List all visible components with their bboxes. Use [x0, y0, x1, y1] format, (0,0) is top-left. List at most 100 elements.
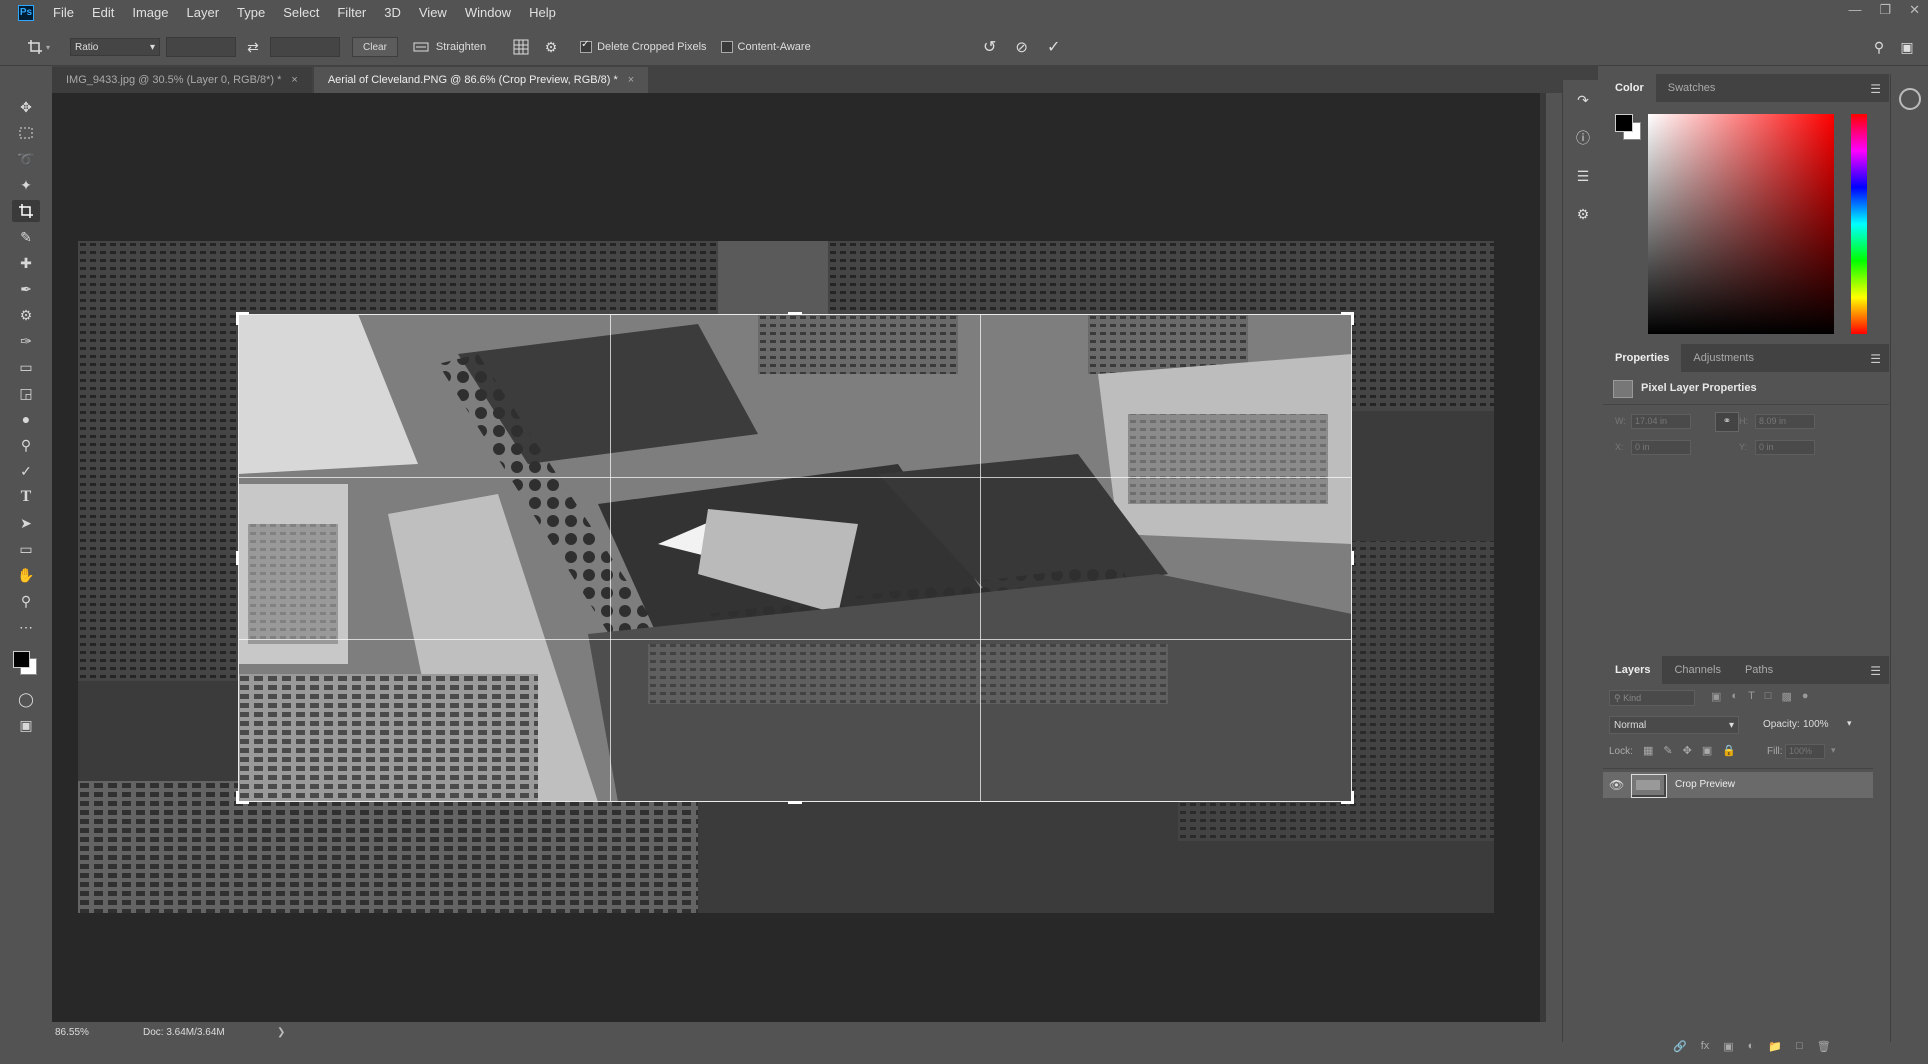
- ratio-height-input[interactable]: [270, 37, 341, 57]
- panel-menu-icon[interactable]: ☰: [1870, 82, 1881, 96]
- crop-handle-bottom[interactable]: [788, 801, 802, 804]
- more-tools-icon[interactable]: ⋯: [12, 616, 40, 638]
- info-panel-icon[interactable]: ⓘ: [1571, 126, 1595, 150]
- screen-mode-icon[interactable]: ▣: [12, 714, 40, 736]
- foreground-background-colors[interactable]: [0, 644, 52, 684]
- layer-name[interactable]: Crop Preview: [1675, 779, 1735, 790]
- layer-filter-kind-select[interactable]: ⚲ Kind: [1609, 690, 1695, 706]
- tab-swatches[interactable]: Swatches: [1656, 74, 1728, 102]
- foreground-color-swatch[interactable]: [1615, 114, 1633, 132]
- zoom-level[interactable]: 86.55%: [55, 1027, 135, 1038]
- filter-smart-object-icon[interactable]: ▩: [1781, 690, 1791, 703]
- dodge-tool-icon[interactable]: ⚲: [12, 434, 40, 456]
- panel-menu-icon[interactable]: ☰: [1870, 352, 1881, 366]
- move-tool-icon[interactable]: ✥: [12, 96, 40, 118]
- path-selection-tool-icon[interactable]: ➤: [12, 512, 40, 534]
- hue-slider[interactable]: [1851, 114, 1867, 334]
- filter-shape-icon[interactable]: □: [1765, 690, 1772, 703]
- height-field[interactable]: 8.09 in: [1755, 414, 1815, 429]
- overlay-grid-icon[interactable]: [512, 38, 530, 56]
- brush-tool-icon[interactable]: ✒: [12, 278, 40, 300]
- crop-handle-top-right[interactable]: [1341, 312, 1354, 325]
- status-menu-arrow-icon[interactable]: ❯: [277, 1027, 285, 1038]
- workspace-icon[interactable]: ▣: [1898, 38, 1916, 56]
- brush-settings-icon[interactable]: ☰: [1571, 164, 1595, 188]
- color-field[interactable]: [1648, 114, 1834, 334]
- delete-cropped-pixels-checkbox[interactable]: Delete Cropped Pixels: [580, 39, 707, 53]
- quick-mask-icon[interactable]: ◯: [12, 688, 40, 710]
- close-tab-icon[interactable]: ×: [291, 74, 297, 86]
- crop-tool-preset-icon[interactable]: [26, 38, 44, 56]
- restore-icon[interactable]: ❐: [1879, 2, 1891, 18]
- pen-tool-icon[interactable]: ✓: [12, 460, 40, 482]
- new-layer-icon[interactable]: □: [1796, 1040, 1803, 1053]
- blend-mode-select[interactable]: Normal ▾: [1609, 716, 1739, 734]
- crop-bounding-box[interactable]: [236, 312, 1354, 804]
- link-layers-icon[interactable]: 🔗: [1673, 1040, 1687, 1053]
- rectangle-tool-icon[interactable]: ▭: [12, 538, 40, 560]
- adjustments-sliders-icon[interactable]: ⚙: [1571, 202, 1595, 226]
- link-dimensions-icon[interactable]: ⚭: [1715, 412, 1739, 432]
- foreground-color-swatch[interactable]: [13, 651, 30, 668]
- close-icon[interactable]: ✕: [1909, 2, 1920, 18]
- history-panel-icon[interactable]: ↷: [1571, 88, 1595, 112]
- crop-handle-right[interactable]: [1351, 551, 1354, 565]
- crop-handle-top-left[interactable]: [236, 312, 249, 325]
- menu-layer[interactable]: Layer: [178, 5, 229, 20]
- lock-transparent-icon[interactable]: ▦: [1643, 744, 1653, 757]
- filter-pixel-icon[interactable]: ▣: [1711, 690, 1721, 703]
- blur-tool-icon[interactable]: ●: [12, 408, 40, 430]
- x-field[interactable]: 0 in: [1631, 440, 1691, 455]
- magic-wand-tool-icon[interactable]: ✦: [12, 174, 40, 196]
- swap-ratio-icon[interactable]: ⇄: [244, 38, 262, 56]
- panel-menu-icon[interactable]: ☰: [1870, 664, 1881, 678]
- eraser-tool-icon[interactable]: ▭: [12, 356, 40, 378]
- menu-file[interactable]: File: [44, 5, 83, 20]
- close-tab-icon[interactable]: ×: [628, 74, 634, 86]
- tab-channels[interactable]: Channels: [1662, 656, 1732, 684]
- creative-cloud-libraries-icon[interactable]: [1899, 88, 1921, 110]
- marquee-tool-icon[interactable]: [12, 122, 40, 144]
- lock-pixels-icon[interactable]: ✎: [1663, 744, 1672, 757]
- tab-paths[interactable]: Paths: [1733, 656, 1785, 684]
- crop-handle-left[interactable]: [236, 551, 239, 565]
- menu-3d[interactable]: 3D: [375, 5, 410, 20]
- preset-dropdown-icon[interactable]: ▾: [46, 43, 50, 52]
- clear-button[interactable]: Clear: [352, 37, 398, 57]
- lock-all-icon[interactable]: 🔒: [1722, 744, 1736, 757]
- filter-toggle-icon[interactable]: ●: [1802, 690, 1809, 703]
- tab-aerial-of-cleveland[interactable]: Aerial of Cleveland.PNG @ 86.6% (Crop Pr…: [313, 67, 649, 93]
- cancel-crop-icon[interactable]: ⊘: [1013, 38, 1031, 56]
- chevron-down-icon[interactable]: ▾: [1831, 745, 1836, 756]
- tab-img-9433[interactable]: IMG_9433.jpg @ 30.5% (Layer 0, RGB/8*) *…: [52, 67, 312, 93]
- menu-help[interactable]: Help: [520, 5, 565, 20]
- search-icon[interactable]: ⚲: [1870, 38, 1888, 56]
- filter-type-icon[interactable]: T: [1748, 690, 1755, 703]
- new-group-icon[interactable]: 📁: [1768, 1040, 1782, 1053]
- new-adjustment-icon[interactable]: ◐: [1748, 1040, 1755, 1053]
- menu-select[interactable]: Select: [274, 5, 328, 20]
- crop-handle-top[interactable]: [788, 312, 802, 315]
- opacity-value[interactable]: 100%: [1803, 716, 1843, 734]
- straighten-icon[interactable]: [412, 38, 430, 56]
- y-field[interactable]: 0 in: [1755, 440, 1815, 455]
- ratio-width-input[interactable]: [166, 37, 237, 57]
- healing-brush-tool-icon[interactable]: ✚: [12, 252, 40, 274]
- menu-view[interactable]: View: [410, 5, 456, 20]
- vertical-scrollbar[interactable]: [1540, 93, 1546, 1022]
- commit-crop-icon[interactable]: ✓: [1045, 38, 1063, 56]
- add-mask-icon[interactable]: ▣: [1723, 1040, 1733, 1053]
- reset-crop-icon[interactable]: ↺: [981, 38, 999, 56]
- menu-type[interactable]: Type: [228, 5, 274, 20]
- crop-settings-gear-icon[interactable]: ⚙: [542, 38, 560, 56]
- menu-image[interactable]: Image: [123, 5, 177, 20]
- lock-artboard-icon[interactable]: ▣: [1702, 744, 1712, 757]
- tab-layers[interactable]: Layers: [1603, 656, 1663, 684]
- hand-tool-icon[interactable]: ✋: [12, 564, 40, 586]
- zoom-tool-icon[interactable]: ⚲: [12, 590, 40, 612]
- minimize-icon[interactable]: —: [1848, 2, 1861, 18]
- canvas-area[interactable]: [52, 93, 1546, 1022]
- menu-window[interactable]: Window: [456, 5, 520, 20]
- tab-properties[interactable]: Properties: [1603, 344, 1682, 372]
- lock-position-icon[interactable]: ✥: [1683, 744, 1692, 757]
